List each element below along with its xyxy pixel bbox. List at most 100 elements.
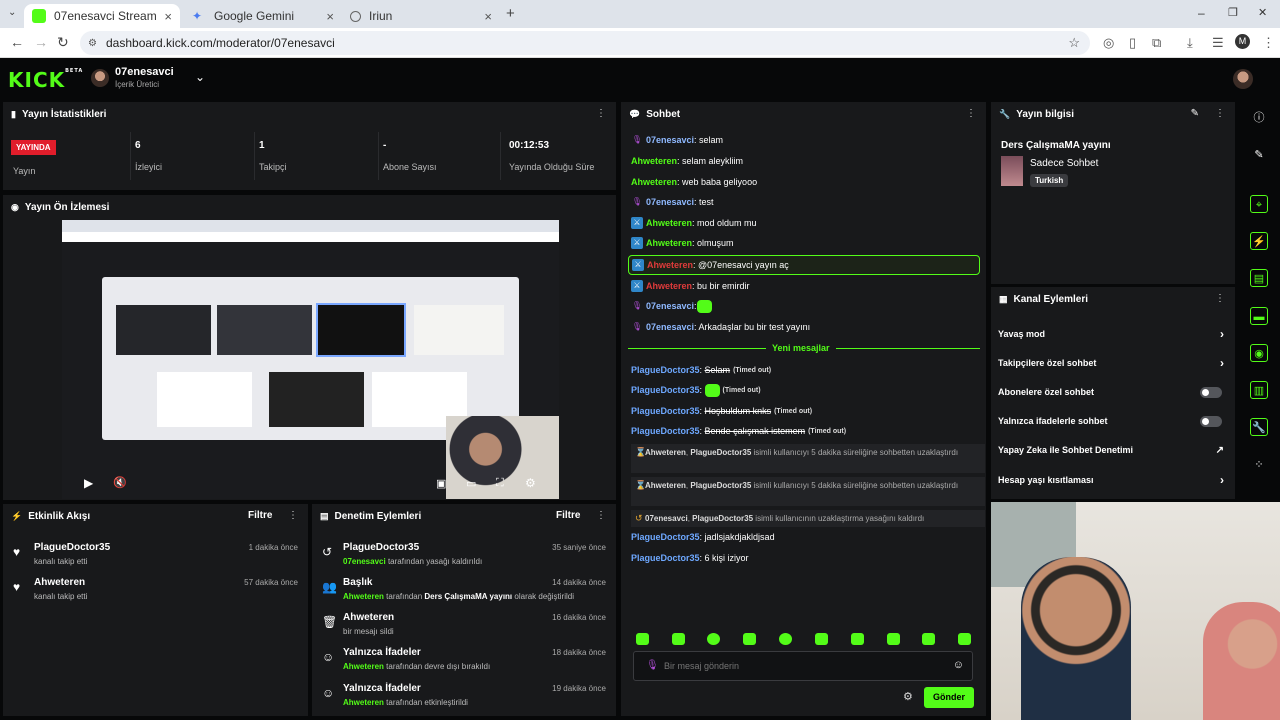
chat-settings-icon[interactable]: ⚙ [903, 690, 913, 703]
chat-username[interactable]: 07enesavci [646, 197, 694, 207]
chat-username[interactable]: Ahweteren [631, 177, 677, 187]
layout-icon[interactable]: ▥ [1250, 381, 1268, 399]
url-field[interactable]: ⚙ dashboard.kick.com/moderator/07enesavc… [80, 31, 1090, 55]
more-options-icon[interactable]: ⋮ [596, 510, 606, 521]
emote-shortcut-icon[interactable] [958, 633, 971, 645]
send-button[interactable]: Gönder [924, 687, 974, 708]
more-options-icon[interactable]: ⋮ [288, 510, 298, 521]
channel-switch-chevron-icon[interactable]: ⌄ [195, 70, 205, 84]
chat-icon[interactable]: ▬ [1250, 307, 1268, 325]
slow-mode-item[interactable]: Yavaş mod › [998, 323, 1230, 345]
account-age-item[interactable]: Hesap yaşı kısıtlaması › [998, 469, 1230, 491]
chat-username[interactable]: 07enesavci [646, 322, 694, 332]
focus-icon[interactable]: ⌖ [1250, 195, 1268, 213]
settings-icon[interactable]: ⚙ [525, 476, 536, 490]
browser-menu-icon[interactable]: ⋮ [1262, 35, 1275, 51]
video-player[interactable]: ▶ 🔇 ▣ ▭ ⛶ ⚙ [62, 220, 559, 499]
fullscreen-icon[interactable]: ⛶ [496, 477, 504, 490]
tab-gemini[interactable]: ✦ Google Gemini × [184, 4, 342, 28]
chat-username[interactable]: PlagueDoctor35 [631, 406, 700, 416]
chat-username[interactable]: 07enesavci [646, 301, 694, 311]
subscribers-only-toggle[interactable] [1200, 386, 1222, 398]
activity-user[interactable]: Ahweteren [34, 577, 85, 588]
sys-target[interactable]: PlagueDoctor35 [690, 448, 751, 457]
chat-username[interactable]: Ahweteren [647, 260, 693, 270]
chat-username[interactable]: 07enesavci [646, 135, 694, 145]
actor-name[interactable]: Ahweteren [343, 698, 384, 707]
close-tab-icon[interactable]: × [164, 9, 172, 24]
emote-shortcut-icon[interactable] [672, 633, 685, 645]
play-icon[interactable]: ▶ [84, 476, 93, 490]
widgets-icon[interactable]: ⁘ [1250, 456, 1268, 474]
chat-username[interactable]: PlagueDoctor35 [631, 532, 700, 542]
emote-shortcut-icon[interactable] [887, 633, 900, 645]
chat-username[interactable]: PlagueDoctor35 [631, 385, 700, 395]
sys-actor[interactable]: Ahweteren [645, 448, 686, 457]
emote-shortcut-icon[interactable] [815, 633, 828, 645]
minimize-button[interactable]: – [1198, 6, 1205, 20]
forward-icon[interactable]: → [34, 34, 48, 50]
broadcast-icon[interactable]: ◉ [1250, 344, 1268, 362]
theater-mode-icon[interactable]: ▭ [466, 477, 476, 490]
emote-shortcut-icon[interactable] [743, 633, 756, 645]
emoji-picker-icon[interactable]: ☺ [953, 659, 964, 671]
reading-list-icon[interactable]: ☰ [1212, 35, 1224, 51]
emotes-only-toggle[interactable] [1200, 415, 1222, 427]
more-options-icon[interactable]: ⋮ [596, 108, 606, 119]
chat-username[interactable]: PlagueDoctor35 [631, 365, 700, 375]
more-options-icon[interactable]: ⋮ [1215, 293, 1225, 304]
extension-icon[interactable]: ◎ [1103, 35, 1114, 51]
actor-name[interactable]: 07enesavci [343, 557, 386, 566]
notes-icon[interactable]: ▤ [1250, 269, 1268, 287]
close-window-button[interactable]: ✕ [1258, 6, 1267, 19]
more-options-icon[interactable]: ⋮ [1215, 108, 1225, 119]
tab-kick[interactable]: 07enesavci Stream - Kick Dashb × [24, 4, 180, 28]
followers-only-item[interactable]: Takipçilere özel sohbet › [998, 352, 1230, 374]
reload-icon[interactable]: ↻ [57, 34, 69, 51]
more-options-icon[interactable]: ⋮ [966, 108, 976, 119]
sys-actor[interactable]: Ahweteren [645, 481, 686, 490]
kick-logo[interactable]: KICKBETA [8, 68, 83, 92]
sys-target[interactable]: PlagueDoctor35 [692, 514, 753, 523]
new-tab-button[interactable]: + [506, 5, 515, 22]
ai-moderation-item[interactable]: Yapay Zeka ile Sohbet Denetimi ↗ [998, 439, 1230, 461]
chat-username[interactable]: Ahweteren [646, 218, 692, 228]
emote-shortcut-icon[interactable] [851, 633, 864, 645]
extensions-puzzle-icon[interactable]: ⧉ [1152, 35, 1161, 51]
wrench-icon[interactable]: 🔧 [1250, 418, 1268, 436]
tab-search-icon[interactable]: ⌄ [8, 7, 16, 18]
phone-icon[interactable]: ▯ [1129, 35, 1136, 51]
emote-shortcut-icon[interactable] [922, 633, 935, 645]
lightning-icon[interactable]: ⚡ [1250, 232, 1268, 250]
back-icon[interactable]: ← [10, 34, 24, 50]
chat-username[interactable]: Ahweteren [646, 281, 692, 291]
actor-name[interactable]: Ahweteren [343, 592, 384, 601]
chat-username[interactable]: Ahweteren [646, 238, 692, 248]
actor-name[interactable]: Ahweteren [343, 662, 384, 671]
chat-input[interactable] [664, 658, 934, 674]
activity-user[interactable]: PlagueDoctor35 [34, 542, 110, 553]
filter-button[interactable]: Filtre [248, 510, 272, 521]
chat-input-box[interactable]: 🎙 ☺ [633, 651, 973, 681]
tab-iriun[interactable]: Iriun × [342, 4, 500, 28]
channel-name[interactable]: 07enesavci [115, 66, 174, 78]
filter-button[interactable]: Filtre [556, 510, 580, 521]
sys-actor[interactable]: 07enesavci [645, 514, 688, 523]
site-info-icon[interactable]: ⚙ [88, 38, 97, 49]
chat-username[interactable]: Ahweteren [631, 156, 677, 166]
user-avatar[interactable] [1233, 69, 1253, 89]
chat-username[interactable]: PlagueDoctor35 [631, 553, 700, 563]
emote-shortcut-icon[interactable] [707, 633, 720, 645]
edit-icon[interactable]: ✎ [1250, 146, 1268, 164]
chat-username[interactable]: PlagueDoctor35 [631, 426, 700, 436]
maximize-button[interactable]: ❐ [1228, 6, 1238, 19]
close-tab-icon[interactable]: × [326, 9, 334, 24]
sys-target[interactable]: PlagueDoctor35 [690, 481, 751, 490]
emote-shortcut-icon[interactable] [779, 633, 792, 645]
close-tab-icon[interactable]: × [484, 9, 492, 24]
picture-in-picture-icon[interactable]: ▣ [436, 477, 446, 490]
profile-avatar[interactable]: M [1235, 34, 1250, 49]
mute-icon[interactable]: 🔇 [113, 476, 127, 489]
bookmark-star-icon[interactable]: ☆ [1068, 35, 1080, 51]
category-name[interactable]: Sadece Sohbet [1030, 158, 1098, 169]
